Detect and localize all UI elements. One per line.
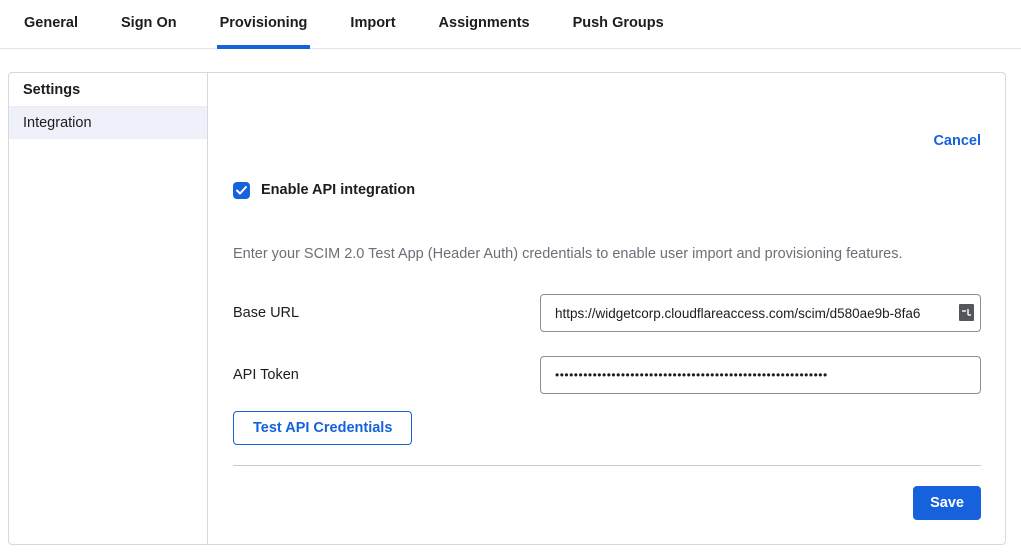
- base-url-input[interactable]: [540, 294, 981, 332]
- test-api-credentials-button[interactable]: Test API Credentials: [233, 411, 412, 445]
- base-url-label: Base URL: [233, 305, 540, 321]
- tab-import[interactable]: Import: [347, 15, 398, 49]
- credentials-description: Enter your SCIM 2.0 Test App (Header Aut…: [233, 244, 981, 264]
- save-button[interactable]: Save: [913, 486, 981, 520]
- sidebar-header-settings: Settings: [9, 73, 207, 107]
- integration-settings-form: Cancel Enable API integration Enter your…: [208, 73, 1005, 544]
- base-url-field-row: Base URL: [233, 294, 981, 332]
- enable-api-integration-checkbox[interactable]: [233, 182, 250, 199]
- api-token-input[interactable]: [540, 356, 981, 394]
- api-token-field-row: API Token: [233, 356, 981, 394]
- tab-assignments[interactable]: Assignments: [436, 15, 533, 49]
- provisioning-panel: Settings Integration Cancel Enable API i…: [8, 72, 1006, 545]
- footer-divider: [233, 465, 981, 466]
- app-tabbar: General Sign On Provisioning Import Assi…: [0, 0, 1021, 49]
- tab-provisioning[interactable]: Provisioning: [217, 15, 311, 49]
- tab-general[interactable]: General: [21, 15, 81, 49]
- cancel-link[interactable]: Cancel: [933, 133, 981, 151]
- tab-sign-on[interactable]: Sign On: [118, 15, 180, 49]
- tab-push-groups[interactable]: Push Groups: [570, 15, 667, 49]
- api-token-label: API Token: [233, 367, 540, 383]
- enable-api-integration-label: Enable API integration: [261, 182, 415, 198]
- sidebar-item-integration[interactable]: Integration: [9, 107, 207, 139]
- check-icon: [236, 186, 247, 195]
- settings-sidebar: Settings Integration: [9, 73, 208, 544]
